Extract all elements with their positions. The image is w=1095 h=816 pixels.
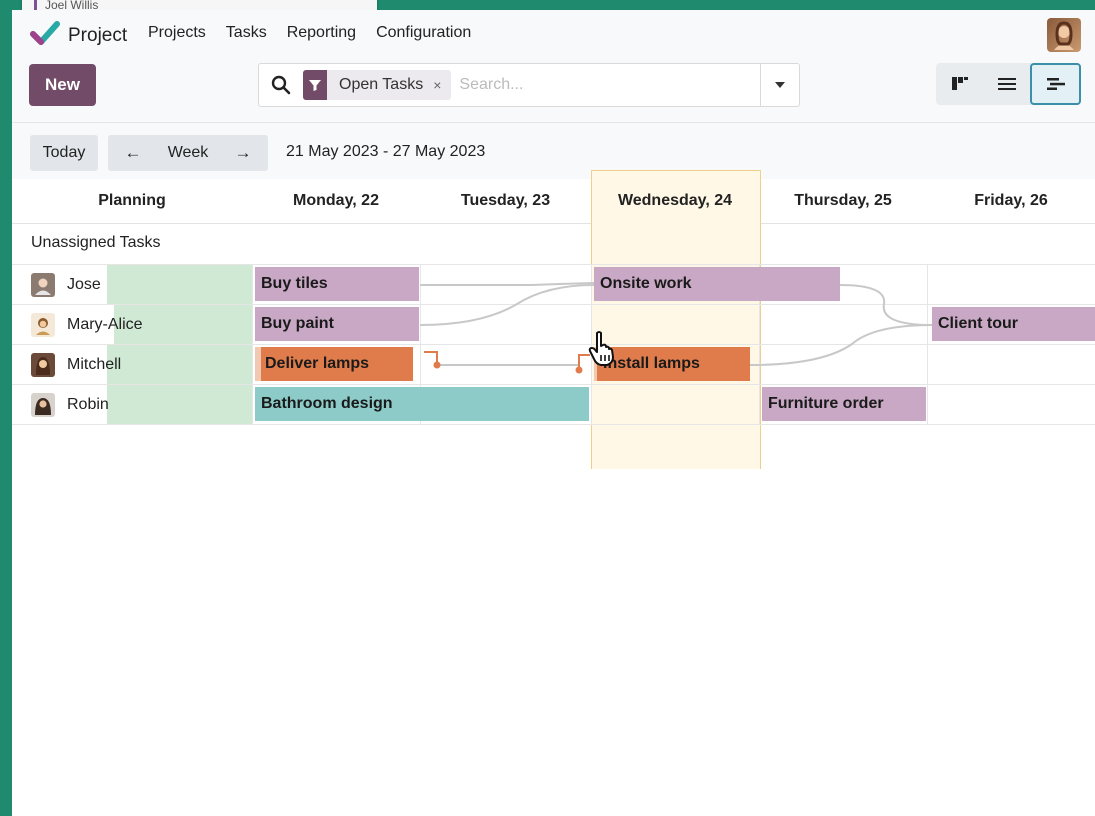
row-label-jose: Jose [12,265,252,304]
task-bar-buy-paint[interactable]: Buy paint [255,307,419,341]
app-window: Project Projects Tasks Reporting Configu… [12,10,1095,816]
row-name: Robin [67,395,109,413]
filter-facet: Open Tasks × [303,70,452,100]
main-menu: Projects Tasks Reporting Configuration [148,24,471,42]
task-bar-onsite-work[interactable]: Onsite work [594,267,840,301]
remove-facet-icon[interactable]: × [433,77,441,93]
day-header-thursday: Thursday, 25 [794,192,892,209]
planning-header: Planning [98,192,166,209]
task-bar-bathroom-design[interactable]: Bathroom design [255,387,589,421]
unassigned-tasks-group: Unassigned Tasks [31,234,161,251]
previous-period-arrow-icon[interactable]: ← [108,143,158,163]
period-navigator: ← Week → [108,135,268,171]
search-options-toggle[interactable] [760,64,799,106]
row-divider [12,424,1095,425]
row-name: Mitchell [67,355,122,373]
search-input[interactable] [457,75,760,95]
menu-item-reporting[interactable]: Reporting [287,24,356,42]
mitchell-avatar [31,352,55,377]
task-bar-buy-tiles[interactable]: Buy tiles [255,267,419,301]
gantt-view-button[interactable] [1030,63,1081,105]
menu-item-projects[interactable]: Projects [148,24,206,42]
app-name: Project [68,24,128,46]
row-label-mary-alice: Mary-Alice [12,305,252,344]
gantt-icon [1046,78,1065,90]
gantt-controls: Today ← Week → 21 May 2023 - 27 May 2023 [12,123,1095,179]
odoo-project-logo-icon [30,20,60,51]
day-header-monday: Monday, 22 [293,192,379,209]
list-icon [997,78,1016,90]
brand[interactable]: Project [30,20,127,51]
menu-item-configuration[interactable]: Configuration [376,24,471,42]
gantt-header: Planning Monday, 22 Tuesday, 23 Wednesda… [12,179,1095,224]
row-name: Mary-Alice [67,315,143,333]
task-bar-client-tour[interactable]: Client tour [932,307,1095,341]
jose-avatar [31,272,55,297]
row-label-robin: Robin [12,385,252,424]
day-header-wednesday: Wednesday, 24 [617,192,733,209]
search-icon[interactable] [271,75,291,95]
robin-avatar [31,392,55,417]
user-avatar[interactable] [1047,18,1081,52]
top-bar: Project Projects Tasks Reporting Configu… [12,10,1095,123]
task-bar-furniture-order[interactable]: Furniture order [762,387,926,421]
menu-item-tasks[interactable]: Tasks [226,24,267,42]
mary-alice-avatar [31,312,55,337]
gantt-body: Unassigned Tasks Jose Mary-Alice Mitchel… [12,170,1095,469]
row-label-mitchell: Mitchell [12,345,252,384]
kanban-view-button[interactable] [936,63,983,105]
search-bar: Open Tasks × [258,63,800,107]
filter-icon [303,70,327,100]
date-range: 21 May 2023 - 27 May 2023 [286,143,486,160]
scale-selector[interactable]: Week [158,144,218,162]
today-button[interactable]: Today [30,135,98,171]
new-button[interactable]: New [29,64,96,106]
day-header-friday: Friday, 26 [974,192,1048,209]
view-switcher [936,63,1081,105]
filter-facet-label: Open Tasks [339,76,424,93]
day-header-tuesday: Tuesday, 23 [460,192,551,209]
task-bar-deliver-lamps[interactable]: Deliver lamps [255,347,413,381]
list-view-button[interactable] [983,63,1030,105]
next-period-arrow-icon[interactable]: → [218,143,268,163]
kanban-icon [951,77,968,90]
hand-pointer-cursor-icon [588,331,614,366]
row-name: Jose [67,275,101,293]
caret-down-icon [775,82,785,88]
